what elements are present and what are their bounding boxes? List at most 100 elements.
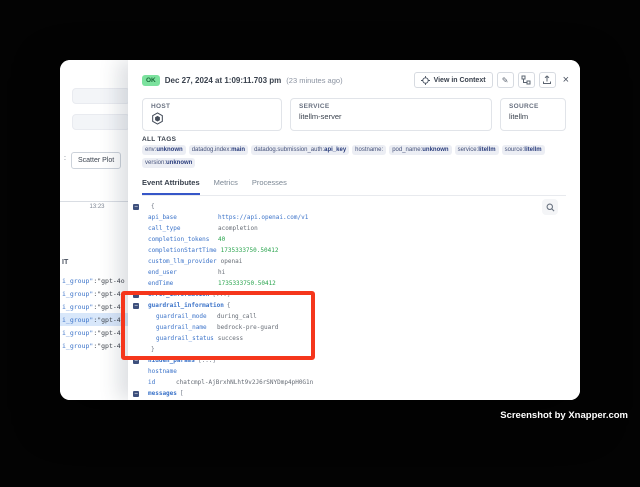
tab[interactable]: Metrics — [214, 178, 238, 195]
source-box[interactable]: SOURCE litellm — [500, 98, 566, 131]
tag-key: pod_name: — [392, 146, 422, 154]
attribute-key[interactable]: messages — [148, 390, 177, 397]
log-row-key: i_group" — [62, 329, 93, 337]
tag-key: datadog.index: — [192, 146, 231, 154]
background-toolbar-bar — [72, 114, 130, 130]
attribute-row: completionStartTime 1735333750.50412 — [128, 245, 580, 256]
attribute-row: call_type acompletion — [128, 223, 580, 234]
attribute-bracket: [ — [180, 390, 184, 397]
tag-key: hostname: — [355, 146, 383, 154]
tab-label: Processes — [252, 178, 287, 187]
attribute-row: completion_tokens 40 — [128, 234, 580, 245]
tag-key: version: — [145, 159, 166, 167]
tags-container: env:unknown datadog.index:main datadog.s… — [142, 145, 566, 168]
log-row-value: :"gpt-4o — [93, 290, 124, 298]
scatter-plot-label: Scatter Plot — [78, 157, 114, 164]
log-row-value: :"gpt-4o — [93, 316, 124, 324]
log-row-value: :"gpt-4o — [93, 329, 124, 337]
service-value: litellm-server — [299, 112, 483, 121]
attribute-value: 1735333750.50412 — [218, 280, 276, 287]
log-row-key: i_group" — [62, 342, 93, 350]
attribute-value: hi — [218, 269, 225, 276]
attribute-value: chatcmpl-AjBrxhNLht9v2J6rSNYDmp4pH0G1n — [176, 379, 313, 386]
attribute-key[interactable]: call_type — [148, 225, 214, 232]
tag-value: litellm — [524, 146, 541, 154]
source-label: SOURCE — [509, 103, 557, 110]
edit-button[interactable]: ✎ — [497, 72, 514, 88]
attribute-key[interactable]: end_user — [148, 269, 214, 276]
attribute-key[interactable]: completionStartTime — [148, 247, 217, 254]
tag[interactable]: version:unknown — [142, 158, 195, 168]
annotation-rectangle — [121, 291, 315, 360]
tab[interactable]: Event Attributes — [142, 178, 200, 195]
tag[interactable]: hostname: — [352, 145, 386, 155]
time-axis-tick: 13:23 — [74, 204, 120, 210]
service-label: SERVICE — [299, 103, 483, 110]
all-tags-label: ALL TAGS — [142, 136, 176, 143]
close-icon: × — [563, 74, 569, 86]
collapse-toggle-icon[interactable] — [133, 204, 139, 210]
time-axis — [60, 201, 128, 202]
host-box[interactable]: HOST — [142, 98, 282, 131]
attribute-key[interactable]: api_base — [148, 214, 214, 221]
tag-key: service: — [458, 146, 479, 154]
related-events-button[interactable] — [518, 72, 535, 88]
log-row[interactable]: i_group":"gpt-4o — [60, 326, 128, 339]
tag[interactable]: pod_name:unknown — [389, 145, 451, 155]
attribute-key[interactable]: endTime — [148, 280, 214, 287]
log-row-key: i_group" — [62, 303, 93, 311]
log-row[interactable]: i_group":"gpt-4o — [60, 339, 128, 352]
tag[interactable]: env:unknown — [142, 145, 186, 155]
tab-label: Event Attributes — [142, 178, 200, 187]
export-button[interactable] — [539, 72, 556, 88]
tabs: Event Attributes Metrics Processes — [142, 178, 566, 196]
host-hexagon-icon — [151, 112, 164, 125]
log-row-value: :"gpt-4o — [93, 303, 124, 311]
tag-value: api_key — [324, 146, 346, 154]
attribute-row: end_user hi — [128, 267, 580, 278]
event-relative-time: (23 minutes ago) — [286, 76, 342, 85]
log-row-key: i_group" — [62, 290, 93, 298]
truncated-column-header: IT — [62, 259, 68, 266]
source-value: litellm — [509, 112, 557, 121]
log-list: i_group":"gpt-4o i_group":"gpt-4o i_grou… — [60, 274, 128, 352]
tag[interactable]: source:litellm — [502, 145, 545, 155]
attribute-row: hostname — [128, 366, 580, 377]
tag-value: main — [231, 146, 245, 154]
service-box[interactable]: SERVICE litellm-server — [290, 98, 492, 131]
attribute-row: api_base https://api.openai.com/v1 — [128, 212, 580, 223]
attribute-row: custom_llm_provider openai — [128, 256, 580, 267]
log-row[interactable]: i_group":"gpt-4o — [60, 287, 128, 300]
attribute-key[interactable]: completion_tokens — [148, 236, 214, 243]
tag[interactable]: service:litellm — [455, 145, 499, 155]
log-row-value: :"gpt-4o — [93, 277, 124, 285]
view-in-context-label: View in Context — [434, 77, 486, 84]
pencil-icon: ✎ — [502, 76, 509, 85]
collapse-toggle-icon[interactable] — [133, 391, 139, 397]
log-row-key: i_group" — [62, 316, 93, 324]
ok-status-badge: OK — [142, 75, 160, 86]
info-boxes: HOST SERVICE litellm-server SOURCE litel… — [142, 98, 566, 131]
header-actions: View in Context ✎ × — [414, 72, 569, 88]
attribute-key[interactable]: hostname — [148, 368, 177, 375]
view-in-context-button[interactable]: View in Context — [414, 72, 493, 88]
scatter-plot-button[interactable]: Scatter Plot — [71, 152, 121, 169]
log-row[interactable]: i_group":"gpt-4o — [60, 313, 128, 326]
event-header: OK Dec 27, 2024 at 1:09:11.703 pm (23 mi… — [142, 70, 569, 90]
log-row[interactable]: i_group":"gpt-4o — [60, 300, 128, 313]
crosshair-icon — [421, 76, 430, 85]
tag[interactable]: datadog.submission_auth:api_key — [251, 145, 349, 155]
watermark: Screenshot by Xnapper.com — [500, 410, 628, 421]
truncated-label: : — [64, 155, 66, 162]
tag[interactable]: datadog.index:main — [189, 145, 248, 155]
background-toolbar-bar — [72, 88, 130, 104]
close-button[interactable]: × — [563, 75, 569, 86]
attribute-bracket: { — [151, 203, 155, 210]
log-row[interactable]: i_group":"gpt-4o — [60, 274, 128, 287]
attribute-key[interactable]: id — [148, 379, 172, 386]
attribute-row: { — [128, 201, 580, 212]
attribute-key[interactable]: custom_llm_provider — [148, 258, 217, 265]
host-label: HOST — [151, 103, 273, 110]
tag-value: unknown — [156, 146, 182, 154]
tab[interactable]: Processes — [252, 178, 287, 195]
